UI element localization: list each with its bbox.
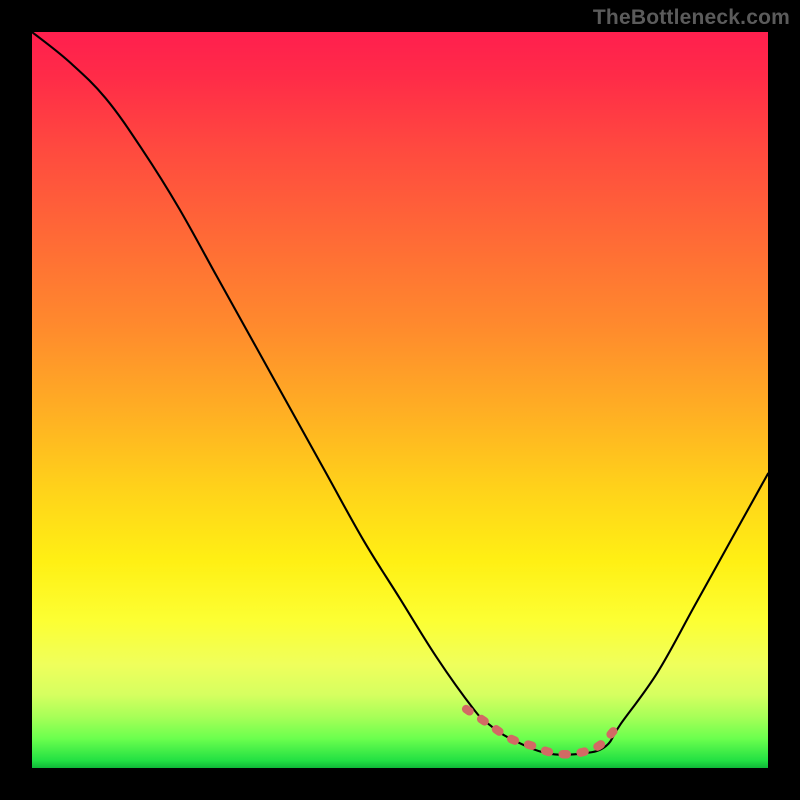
bottleneck-chart <box>32 32 768 768</box>
bottleneck-curve <box>32 32 768 755</box>
plot-area <box>32 32 768 768</box>
chart-frame: TheBottleneck.com <box>0 0 800 800</box>
optimal-basin-dots <box>466 709 613 754</box>
watermark-text: TheBottleneck.com <box>593 6 790 30</box>
